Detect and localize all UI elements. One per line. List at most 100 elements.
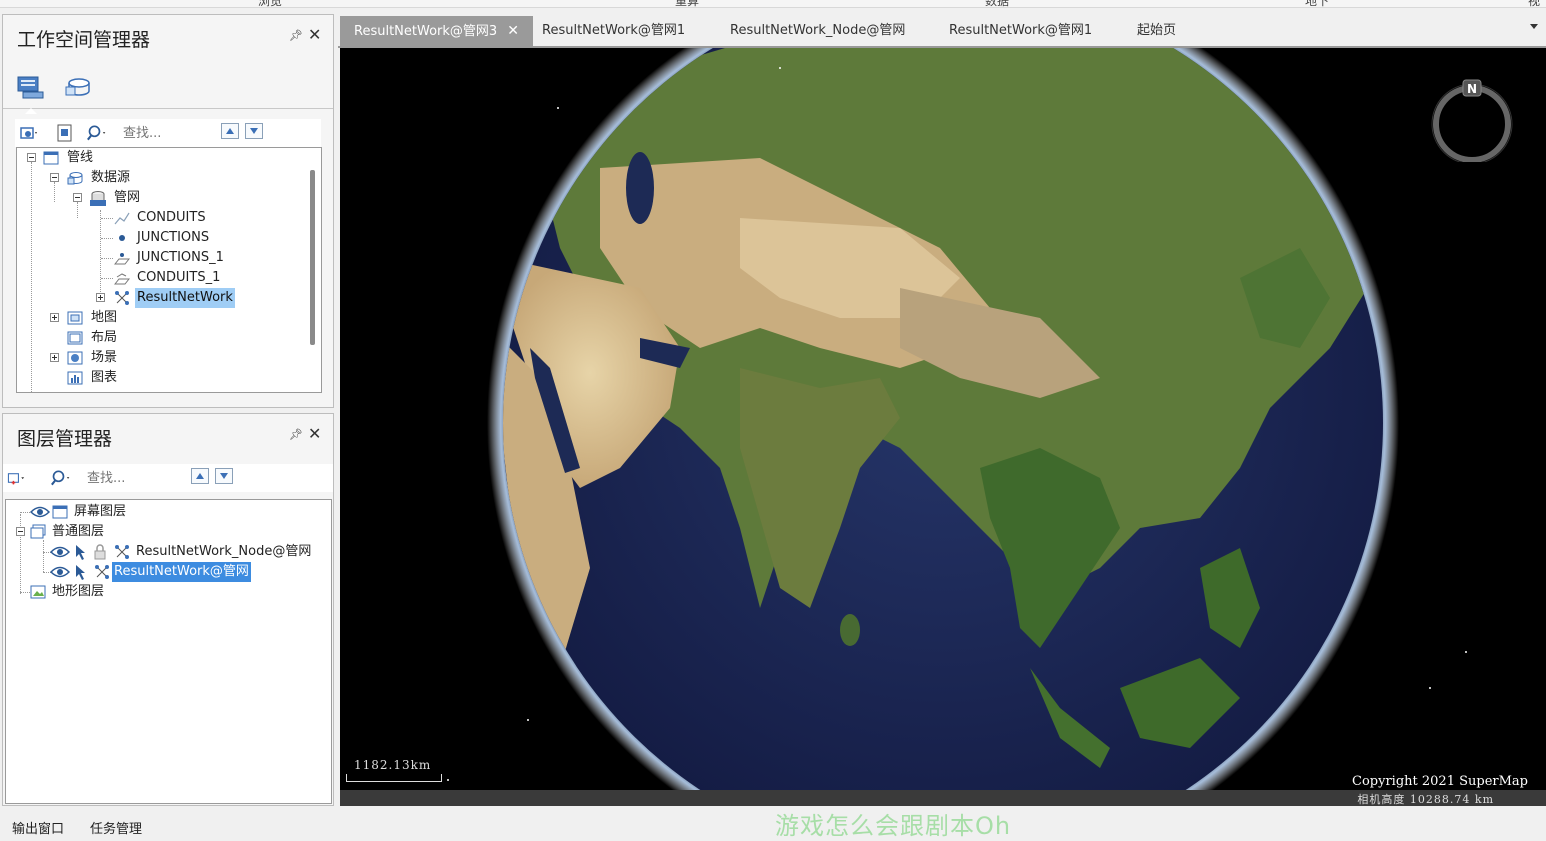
datasources-icon [67,172,83,185]
layer-panel-title: 图层管理器 [17,428,113,450]
tree-node-layer-selected[interactable]: ResultNetWork@管网 [6,562,326,582]
document-tabs: ResultNetWork@管网3 ✕ ResultNetWork@管网1 Res… [338,16,1546,48]
dataset-label: JUNCTIONS [137,230,210,245]
bottom-tabs-bar: 输出窗口 任务管理 [0,808,1546,837]
move-down-button[interactable] [215,468,233,484]
tab-label: ResultNetWork@管网1 [542,23,686,38]
3d-point-dataset-icon [114,253,130,265]
dataset-label: CONDUITS_1 [137,270,221,285]
ribbon-tab-data[interactable]: 数据 [985,0,1009,7]
ribbon-tab-view[interactable]: 视 [1528,0,1540,7]
eye-icon[interactable] [50,564,70,580]
move-up-button[interactable] [221,123,239,139]
tab-label: ResultNetWork_Node@管网 [730,23,906,38]
selectable-pointer-icon[interactable] [72,544,88,560]
view-mode-icon[interactable] [19,123,39,143]
eye-icon[interactable] [30,504,50,520]
close-icon[interactable]: ✕ [308,424,321,443]
scene-view[interactable]: N 1182.13km Copyright 2021 SuperMap 相机高度… [340,48,1546,806]
tab-indicator [25,108,37,114]
move-up-button[interactable] [191,468,209,484]
tree-node-datasource[interactable]: 管网 [17,188,307,208]
ribbon-tab-underground[interactable]: 地下 [1305,0,1329,7]
tree-node-scenes[interactable]: 场景 [17,348,307,368]
output-window-tab[interactable]: 输出窗口 [12,818,64,837]
workspace-tree: 管线 数据源 管网 CONDUITS JUNCTIONS JUNCTIONS_1 [16,147,322,393]
watermark-text: 游戏怎么会跟剧本Oh [775,812,1012,840]
workspace-search-input[interactable] [123,123,213,143]
resource-tab-icon[interactable] [63,73,93,101]
globe[interactable] [340,48,1546,806]
tree-node-datasources[interactable]: 数据源 [17,168,307,188]
tree-node-screen-layers[interactable]: 屏幕图层 [6,502,326,522]
maps-label: 地图 [91,310,118,325]
pin-icon[interactable]: 📌︎ [289,29,303,42]
tree-node-normal-layers[interactable]: 普通图层 [6,522,326,542]
line-dataset-icon [114,212,130,225]
copyright-text: Copyright 2021 SuperMap [1352,774,1528,789]
tree-node-dataset[interactable]: JUNCTIONS_1 [17,248,307,268]
selectable-pointer-icon[interactable] [72,564,88,580]
tree-node-workspace[interactable]: 管线 [17,148,307,168]
workspace-view-tabs [3,65,333,114]
tab-label: ResultNetWork@管网3 [354,24,498,39]
workspace-name: 管线 [67,150,94,165]
datasources-label: 数据源 [91,170,131,185]
tree-node-terrain-layers[interactable]: 地形图层 [6,582,326,602]
eye-icon[interactable] [50,544,70,560]
tree-node-layer[interactable]: ResultNetWork_Node@管网 [6,542,326,562]
tab-document[interactable]: ResultNetWork@管网1 [528,16,699,46]
compass-north-label: N [1467,82,1477,96]
charts-label: 图表 [91,370,118,385]
layer-search-input[interactable] [87,468,177,488]
tree-node-maps[interactable]: 地图 [17,308,307,328]
scenes-label: 场景 [91,350,118,365]
workspace-manager-panel: 工作空间管理器 📌︎ ✕ 查找... 管线 数据源 管网 CONDUITS JU… [2,14,334,408]
ribbon-tab-browse[interactable]: 浏览 [258,0,282,7]
scene-status-bar: 相机高度 10288.74 km [340,790,1546,806]
tab-document[interactable]: ResultNetWork@管网1 [935,16,1106,46]
pin-icon[interactable]: 📌︎ [289,428,303,441]
lock-icon[interactable] [92,544,108,560]
add-layer-icon[interactable] [7,468,27,488]
tree-node-charts[interactable]: 图表 [17,368,307,388]
tree-node-dataset[interactable]: CONDUITS [17,208,307,228]
tree-node-layouts[interactable]: 布局 [17,328,307,348]
layer-toolbar [3,464,333,492]
layer-tree: 屏幕图层 普通图层 ResultNetWork_Node@管网 ResultNe… [5,499,332,804]
move-down-button[interactable] [245,123,263,139]
3d-line-dataset-icon [114,273,130,285]
compass-icon[interactable]: N [1430,78,1514,162]
scale-bar [346,774,442,782]
scale-text: 1182.13km [354,758,432,772]
close-tab-icon[interactable]: ✕ [507,23,519,39]
tree-node-dataset[interactable]: ResultNetWork [17,288,307,308]
layer-group-icon [30,524,46,539]
network-dataset-icon [115,291,129,305]
dataset-label-selected: ResultNetWork [135,288,235,308]
tab-scene-active[interactable]: ResultNetWork@管网3 ✕ [340,16,533,46]
datasource-label: 管网 [114,190,141,205]
search-icon[interactable] [87,123,107,143]
tab-document[interactable]: ResultNetWork_Node@管网 [716,16,919,46]
point-dataset-icon [119,235,125,241]
search-icon[interactable] [51,468,71,488]
tab-label: 起始页 [1137,23,1177,38]
task-manager-tab[interactable]: 任务管理 [90,818,142,837]
tree-node-dataset[interactable]: CONDUITS_1 [17,268,307,288]
terrain-layer-icon [30,585,46,599]
layer-manager-panel: 图层管理器 📌︎ ✕ 屏幕图层 普通图层 [2,413,334,806]
tab-list-dropdown-icon[interactable] [1530,24,1538,29]
ribbon-tab-recalc[interactable]: 重算 [675,0,699,7]
open-file-icon[interactable] [55,123,75,143]
terrain-layers-label: 地形图层 [52,584,105,599]
tree-scrollbar[interactable] [310,170,315,345]
tab-start-page[interactable]: 起始页 [1123,16,1190,46]
layouts-icon [67,331,83,345]
workspace-tree-tab-icon[interactable] [15,73,45,101]
close-icon[interactable]: ✕ [308,25,321,44]
workspace-icon [43,151,59,165]
tree-node-dataset[interactable]: JUNCTIONS [17,228,307,248]
workspace-panel-header: 工作空间管理器 📌︎ ✕ [3,15,333,59]
layer-label: ResultNetWork_Node@管网 [136,544,312,559]
